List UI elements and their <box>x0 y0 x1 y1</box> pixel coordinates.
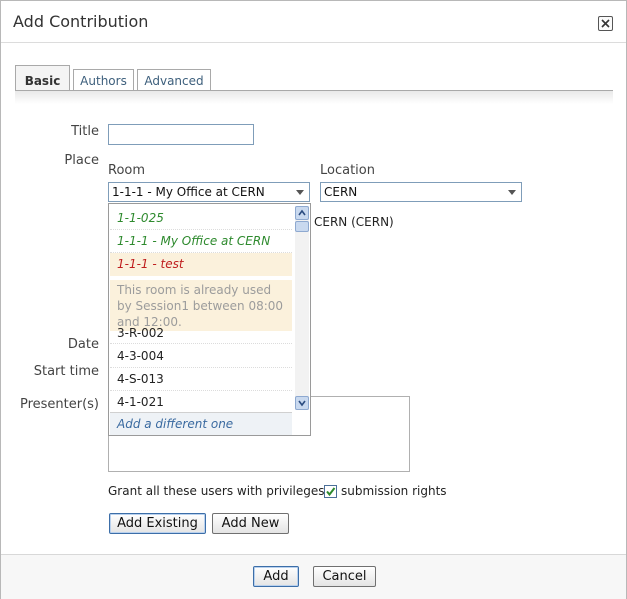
tab-authors[interactable]: Authors <box>73 69 134 91</box>
dialog-footer: Add Cancel <box>1 554 626 599</box>
add-existing-button[interactable]: Add Existing <box>109 513 206 534</box>
tab-panel-border <box>15 90 613 91</box>
list-item[interactable]: 1-1-1 - My Office at CERN <box>110 230 292 253</box>
room-select[interactable]: 1-1-1 - My Office at CERN <box>108 182 310 202</box>
cancel-button[interactable]: Cancel <box>313 566 376 587</box>
location-label: Location <box>320 163 375 178</box>
dropdown-scrollbar[interactable] <box>295 206 309 410</box>
add-different-room-link[interactable]: Add a different one <box>110 412 292 435</box>
submission-rights-checkbox[interactable] <box>324 485 337 498</box>
list-item[interactable]: 4-1-021 <box>110 391 292 414</box>
title-input[interactable] <box>108 124 254 145</box>
add-button[interactable]: Add <box>253 566 299 587</box>
location-select[interactable]: CERN <box>320 182 522 202</box>
add-contribution-dialog: Add Contribution Basic Authors Advanced … <box>0 0 627 599</box>
list-item[interactable]: 3-R-002 <box>110 324 292 344</box>
date-label: Date <box>67 337 99 352</box>
tab-panel-shadow <box>15 91 613 104</box>
dialog-titlebar: Add Contribution <box>1 1 626 43</box>
tab-basic[interactable]: Basic <box>15 65 70 92</box>
room-dropdown: 1-1-025 1-1-1 - My Office at CERN 1-1-1 … <box>108 203 311 436</box>
list-item[interactable]: 4-S-013 <box>110 368 292 391</box>
submission-rights-label: submission rights <box>341 484 447 498</box>
title-label: Title <box>71 124 99 139</box>
location-hint: CERN (CERN) <box>314 215 394 229</box>
tab-advanced[interactable]: Advanced <box>137 69 211 91</box>
location-select-value: CERN <box>324 185 358 199</box>
place-label: Place <box>64 153 99 168</box>
grant-label: Grant all these users with privileges: <box>108 484 329 498</box>
room-select-value: 1-1-1 - My Office at CERN <box>112 185 265 199</box>
scroll-thumb[interactable] <box>295 221 309 232</box>
list-item[interactable]: 1-1-025 <box>110 207 292 230</box>
scroll-up-icon[interactable] <box>295 206 309 220</box>
dialog-title: Add Contribution <box>13 12 149 31</box>
chevron-down-icon <box>296 190 304 195</box>
scroll-down-icon[interactable] <box>295 396 309 410</box>
presenters-label: Presenter(s) <box>19 397 99 412</box>
list-item[interactable]: 1-1-1 - test <box>110 253 292 276</box>
close-icon[interactable] <box>598 16 613 31</box>
chevron-down-icon <box>508 190 516 195</box>
add-new-button[interactable]: Add New <box>212 513 289 534</box>
list-item[interactable]: 4-3-004 <box>110 345 292 368</box>
start-time-label: Start time <box>33 364 99 379</box>
room-label: Room <box>108 163 146 178</box>
